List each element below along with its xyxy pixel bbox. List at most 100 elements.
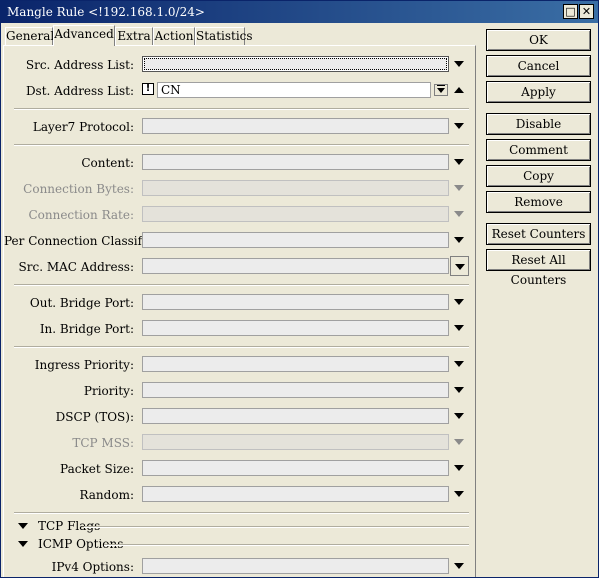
row-connection-rate: Connection Rate: (4, 205, 475, 225)
section-tcp-flags[interactable]: TCP Flags (14, 518, 469, 534)
connection-rate-dropdown-icon (454, 211, 464, 217)
per-connection-classifier-dropdown-icon[interactable] (454, 237, 464, 243)
in-bridge-port-input[interactable] (142, 320, 449, 336)
src-mac-address-label: Src. MAC Address: (18, 260, 134, 274)
row-src-mac-address: Src. MAC Address: (4, 256, 475, 277)
title-bar[interactable]: Mangle Rule <!192.168.1.0/24> □ ✕ (1, 1, 598, 23)
content-dropdown-icon[interactable] (454, 159, 464, 165)
tcp-mss-input (142, 434, 449, 450)
maximize-icon: □ (565, 5, 576, 18)
row-layer7-protocol: Layer7 Protocol: (4, 117, 475, 137)
ipv4-options-label: IPv4 Options: (51, 560, 134, 574)
close-button[interactable]: ✕ (579, 4, 594, 19)
collapse-triangle-icon (18, 541, 28, 547)
per-connection-classifier-label: Per Connection Classifier: (4, 234, 163, 248)
connection-bytes-dropdown-icon (454, 185, 464, 191)
disable-button[interactable]: Disable (486, 113, 591, 135)
random-dropdown-icon[interactable] (454, 491, 464, 497)
src-address-list-label: Src. Address List: (25, 58, 134, 72)
row-random: Random: (4, 485, 475, 505)
row-priority: Priority: (4, 381, 475, 401)
row-tcp-mss: TCP MSS: (4, 433, 475, 453)
separator (14, 144, 469, 146)
apply-button[interactable]: Apply (486, 81, 591, 103)
ipv4-options-input[interactable] (142, 558, 449, 574)
tab-action[interactable]: Action (153, 27, 195, 45)
layer7-protocol-dropdown-icon[interactable] (454, 123, 464, 129)
out-bridge-port-dropdown-icon[interactable] (454, 299, 464, 305)
comment-button[interactable]: Comment (486, 139, 591, 161)
row-in-bridge-port: In. Bridge Port: (4, 319, 475, 339)
row-packet-size: Packet Size: (4, 459, 475, 479)
dst-address-list-select-button[interactable] (434, 84, 448, 96)
row-ingress-priority: Ingress Priority: (4, 355, 475, 375)
packet-size-input[interactable] (142, 460, 449, 476)
close-icon: ✕ (581, 5, 592, 18)
cancel-button[interactable]: Cancel (486, 55, 591, 77)
layer7-protocol-input[interactable] (142, 118, 449, 134)
packet-size-dropdown-icon[interactable] (454, 465, 464, 471)
copy-button[interactable]: Copy (486, 165, 591, 187)
reset-counters-button[interactable]: Reset Counters (486, 223, 591, 245)
connection-rate-label: Connection Rate: (28, 208, 134, 222)
window-title: Mangle Rule <!192.168.1.0/24> (7, 5, 205, 19)
out-bridge-port-label: Out. Bridge Port: (29, 296, 134, 310)
row-connection-bytes: Connection Bytes: (4, 179, 475, 199)
src-mac-address-input[interactable] (142, 258, 449, 274)
in-bridge-port-dropdown-icon[interactable] (454, 325, 464, 331)
separator (14, 512, 469, 514)
connection-rate-input (142, 206, 449, 222)
priority-dropdown-icon[interactable] (454, 387, 464, 393)
out-bridge-port-input[interactable] (142, 294, 449, 310)
row-content: Content: (4, 153, 475, 173)
ok-button[interactable]: OK (486, 29, 591, 51)
src-address-list-dropdown-icon[interactable] (454, 61, 464, 67)
row-ipv4-options: IPv4 Options: (4, 557, 475, 577)
random-input[interactable] (142, 486, 449, 502)
content-input[interactable] (142, 154, 449, 170)
tab-extra[interactable]: Extra (115, 27, 153, 45)
row-src-address-list: Src. Address List: (4, 55, 475, 75)
row-per-connection-classifier: Per Connection Classifier: (4, 231, 475, 251)
section-icmp-options[interactable]: ICMP Options (14, 536, 469, 552)
ingress-priority-label: Ingress Priority: (34, 358, 134, 372)
dscp-tos-input[interactable] (142, 408, 449, 424)
dst-address-list-input[interactable]: CN (157, 82, 431, 98)
connection-bytes-input (142, 180, 449, 196)
chevron-down-icon (455, 264, 465, 270)
row-out-bridge-port: Out. Bridge Port: (4, 293, 475, 313)
in-bridge-port-label: In. Bridge Port: (39, 322, 134, 336)
collapse-triangle-icon (18, 523, 28, 529)
layer7-protocol-label: Layer7 Protocol: (32, 120, 134, 134)
src-address-list-input[interactable] (142, 56, 449, 72)
dst-address-list-not-toggle[interactable]: ! (142, 83, 154, 95)
src-mac-address-dropdown-button[interactable] (450, 256, 469, 276)
chevron-down-icon (437, 88, 445, 93)
content-label: Content: (81, 156, 134, 170)
separator (14, 346, 469, 348)
tcp-mss-label: TCP MSS: (72, 436, 134, 450)
ingress-priority-dropdown-icon[interactable] (454, 361, 464, 367)
row-dscp-tos: DSCP (TOS): (4, 407, 475, 427)
remove-button[interactable]: Remove (486, 191, 591, 213)
reset-all-counters-button[interactable]: Reset All Counters (486, 249, 591, 287)
random-label: Random: (79, 488, 134, 502)
packet-size-label: Packet Size: (60, 462, 134, 476)
tab-statistics[interactable]: Statistics (195, 27, 253, 45)
tab-general[interactable]: General (5, 27, 54, 45)
advanced-panel: Src. Address List: Dst. Address List: ! … (3, 45, 476, 577)
tcp-mss-dropdown-icon (454, 439, 464, 445)
dst-address-list-collapse-icon[interactable] (454, 87, 464, 93)
priority-input[interactable] (142, 382, 449, 398)
row-dst-address-list: Dst. Address List: ! CN (4, 81, 475, 101)
dscp-tos-dropdown-icon[interactable] (454, 413, 464, 419)
tab-advanced[interactable]: Advanced (53, 25, 115, 46)
priority-label: Priority: (83, 384, 134, 398)
per-connection-classifier-input[interactable] (142, 232, 449, 248)
ipv4-options-dropdown-icon[interactable] (454, 563, 464, 569)
maximize-button[interactable]: □ (563, 4, 578, 19)
connection-bytes-label: Connection Bytes: (23, 182, 134, 196)
ingress-priority-input[interactable] (142, 356, 449, 372)
mangle-rule-window: Mangle Rule <!192.168.1.0/24> □ ✕ Genera… (0, 0, 599, 578)
dst-address-list-label: Dst. Address List: (25, 84, 134, 98)
